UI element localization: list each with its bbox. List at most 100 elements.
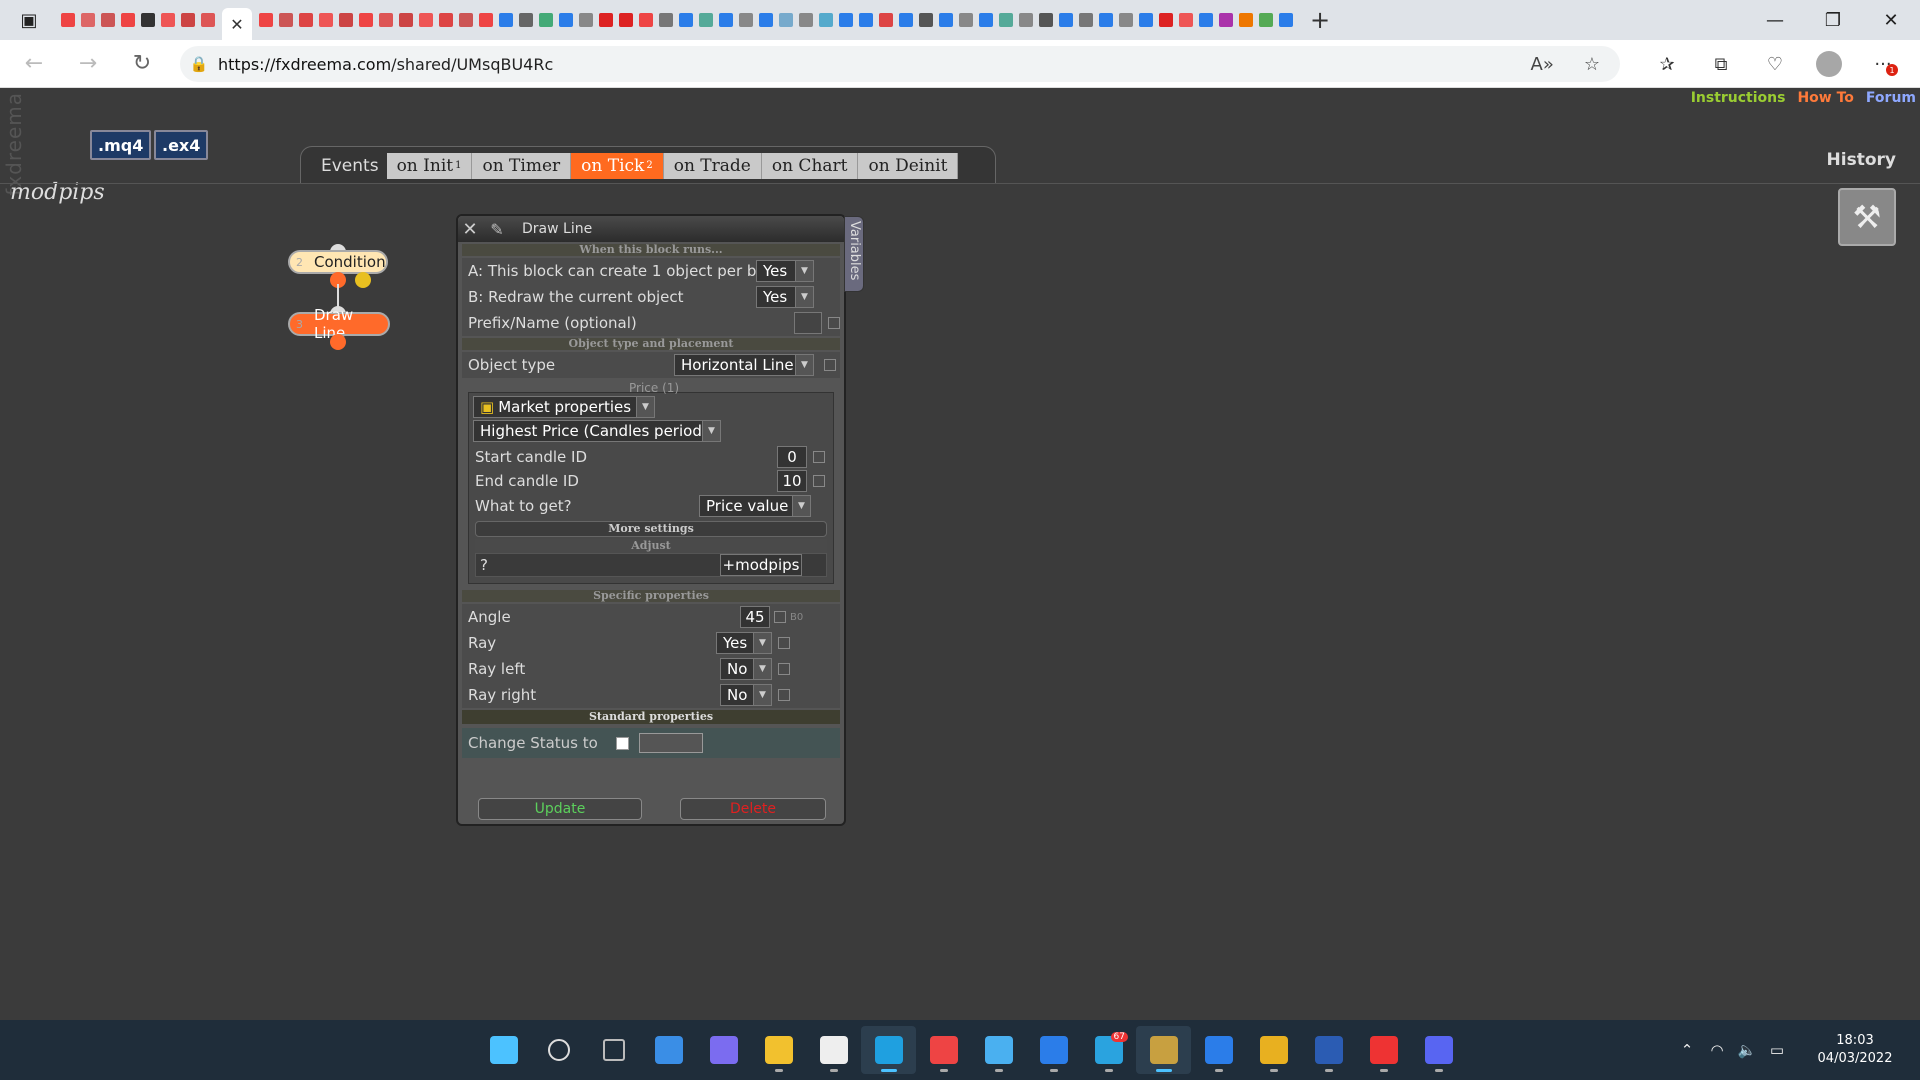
dialog-titlebar[interactable]: ✕ ✎ Draw Line xyxy=(458,216,844,242)
browser-tab[interactable] xyxy=(198,10,218,30)
taskbar-app-word[interactable] xyxy=(1301,1026,1356,1074)
tab-actions-icon[interactable]: ▣ xyxy=(0,0,58,40)
ray-right-checkbox[interactable] xyxy=(778,689,790,701)
taskbar-app-mail[interactable] xyxy=(1026,1026,1081,1074)
browser-tab[interactable] xyxy=(1236,10,1256,30)
browser-tab[interactable] xyxy=(636,10,656,30)
angle-input[interactable]: 45 xyxy=(740,606,770,628)
taskbar-app-notepad[interactable] xyxy=(971,1026,1026,1074)
row-b-select[interactable]: Yes ▼ xyxy=(756,286,814,308)
minimize-icon[interactable]: — xyxy=(1746,0,1804,40)
browser-tab[interactable] xyxy=(138,10,158,30)
settings-more-icon[interactable]: ··· 1 xyxy=(1856,40,1910,88)
browser-tab[interactable] xyxy=(296,10,316,30)
delete-button[interactable]: Delete xyxy=(680,798,826,820)
browser-tab[interactable] xyxy=(1136,10,1156,30)
object-type-checkbox[interactable] xyxy=(824,359,836,371)
browser-tab[interactable] xyxy=(158,10,178,30)
browser-tab[interactable] xyxy=(916,10,936,30)
browser-tab[interactable] xyxy=(78,10,98,30)
taskbar-app-vscode[interactable] xyxy=(1191,1026,1246,1074)
change-status-input[interactable] xyxy=(638,733,703,753)
browser-tab[interactable] xyxy=(676,10,696,30)
block-output-dot[interactable] xyxy=(330,334,346,350)
browser-tab[interactable] xyxy=(576,10,596,30)
pin-icon[interactable]: ✎ xyxy=(482,220,512,239)
browser-tab[interactable] xyxy=(396,10,416,30)
browser-tab[interactable] xyxy=(876,10,896,30)
close-window-icon[interactable]: ✕ xyxy=(1862,0,1920,40)
prefix-checkbox[interactable] xyxy=(828,317,840,329)
adjust-help[interactable]: ? xyxy=(480,556,488,574)
instructions-link[interactable]: Instructions xyxy=(1691,90,1786,106)
browser-essentials-icon[interactable]: ♡ xyxy=(1748,40,1802,88)
browser-tab[interactable] xyxy=(496,10,516,30)
browser-tab[interactable] xyxy=(796,10,816,30)
section-standard[interactable]: Standard properties xyxy=(462,710,840,724)
ray-left-select[interactable]: No ▼ xyxy=(720,658,772,680)
forward-icon[interactable]: → xyxy=(64,40,112,88)
add-favorite-icon[interactable]: ☆ xyxy=(1584,54,1600,75)
browser-tab[interactable] xyxy=(376,10,396,30)
wifi-icon[interactable]: ◠ xyxy=(1702,1041,1732,1059)
update-button[interactable]: Update xyxy=(478,798,642,820)
ray-right-select[interactable]: No ▼ xyxy=(720,684,772,706)
browser-tab[interactable] xyxy=(256,10,276,30)
collections-icon[interactable]: ⧉ xyxy=(1694,40,1748,88)
more-settings-button[interactable]: More settings xyxy=(475,521,827,537)
clock[interactable]: 18:03 04/03/2022 xyxy=(1800,1032,1910,1068)
browser-tab[interactable] xyxy=(536,10,556,30)
end-candle-input[interactable]: 10 xyxy=(777,470,807,492)
browser-tab[interactable] xyxy=(696,10,716,30)
browser-tab[interactable] xyxy=(736,10,756,30)
browser-tab[interactable] xyxy=(118,10,138,30)
history-wrench-icon[interactable]: ⚒ xyxy=(1838,188,1896,246)
taskbar-app-anydesk[interactable] xyxy=(1356,1026,1411,1074)
browser-tab[interactable] xyxy=(856,10,876,30)
browser-tab[interactable] xyxy=(716,10,736,30)
browser-tab[interactable] xyxy=(616,10,636,30)
browser-tab[interactable] xyxy=(1276,10,1296,30)
tray-chevron-up-icon[interactable]: ⌃ xyxy=(1672,1041,1702,1059)
ray-checkbox[interactable] xyxy=(778,637,790,649)
browser-tab[interactable] xyxy=(516,10,536,30)
close-icon[interactable]: ✕ xyxy=(458,219,482,240)
price-function-select[interactable]: Highest Price (Candles period) ▼ xyxy=(473,420,721,442)
what-to-get-select[interactable]: Price value ▼ xyxy=(699,495,811,517)
browser-tab[interactable] xyxy=(1096,10,1116,30)
taskbar-app-notes-app[interactable] xyxy=(806,1026,861,1074)
browser-tab[interactable] xyxy=(178,10,198,30)
taskbar-app-discord[interactable] xyxy=(1411,1026,1466,1074)
browser-tab[interactable] xyxy=(936,10,956,30)
browser-tab[interactable] xyxy=(816,10,836,30)
tab-on-chart[interactable]: on Chart xyxy=(761,152,859,179)
adjust-input[interactable]: +modpips xyxy=(720,554,802,576)
ray-left-checkbox[interactable] xyxy=(778,663,790,675)
url-field[interactable]: 🔒 https://fxdreema.com/shared/UMsqBU4Rc … xyxy=(180,46,1620,82)
browser-tab[interactable] xyxy=(1156,10,1176,30)
browser-tab[interactable] xyxy=(316,10,336,30)
browser-tab[interactable] xyxy=(836,10,856,30)
browser-tab[interactable] xyxy=(1056,10,1076,30)
mq4-button[interactable]: .mq4 xyxy=(90,130,152,160)
taskbar-app-file-explorer[interactable] xyxy=(751,1026,806,1074)
draw-line-block[interactable]: 3 Draw Line xyxy=(288,306,390,342)
browser-tab[interactable] xyxy=(1036,10,1056,30)
browser-tab[interactable] xyxy=(436,10,456,30)
start-candle-checkbox[interactable] xyxy=(813,451,825,463)
taskbar-app-start[interactable] xyxy=(476,1026,531,1074)
browser-tab[interactable] xyxy=(776,10,796,30)
taskbar-app-search[interactable] xyxy=(531,1026,586,1074)
tab-on-tick[interactable]: on Tick 2 xyxy=(571,152,664,179)
object-type-select[interactable]: Horizontal Line ▼ xyxy=(674,354,814,376)
angle-checkbox[interactable] xyxy=(774,611,786,623)
block-output-true-dot[interactable] xyxy=(355,272,371,288)
taskbar-app-telegram[interactable]: 67 xyxy=(1081,1026,1136,1074)
browser-tab[interactable] xyxy=(98,10,118,30)
active-tab-close-icon[interactable]: ✕ xyxy=(222,8,252,40)
row-a-select[interactable]: Yes ▼ xyxy=(756,260,814,282)
browser-tab[interactable] xyxy=(556,10,576,30)
ray-select[interactable]: Yes ▼ xyxy=(716,632,772,654)
tab-on-init[interactable]: on Init 1 xyxy=(386,152,473,179)
end-candle-checkbox[interactable] xyxy=(813,475,825,487)
